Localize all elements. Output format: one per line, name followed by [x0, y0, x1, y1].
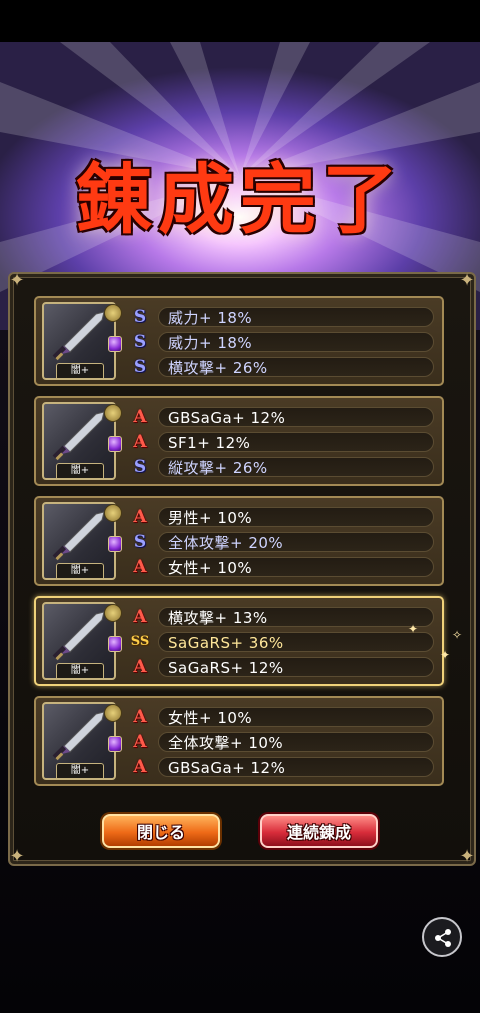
effect-text: 全体攻撃+ 20% [168, 534, 284, 552]
gem-icon [108, 636, 122, 652]
rank-ss-icon: SS [130, 634, 150, 649]
medal-icon [104, 604, 122, 622]
effect-row: S 横攻撃+ 26% [128, 356, 434, 378]
gem-icon [108, 536, 122, 552]
rank-a-icon: A [133, 732, 147, 752]
element-tag: 闇+ [56, 363, 104, 378]
sword-icon [52, 411, 105, 461]
sparkle-icon: ✧ [452, 628, 463, 642]
medal-icon [104, 704, 122, 722]
close-button[interactable]: 閉じる [102, 814, 220, 848]
effect-list: A 男性+ 10% S 全体攻撃+ 20% A 女性+ 10% [128, 506, 434, 581]
corner-ornament-icon: ✦ [9, 270, 25, 291]
effect-row: A 横攻撃+ 13% [128, 606, 434, 628]
refine-result-card: 闇+ S 威力+ 18% S 威力+ 18% S 横攻撃+ 26% [34, 296, 444, 386]
refine-complete-title: 錬成完了 [76, 155, 404, 244]
medal-icon [104, 304, 122, 322]
effect-list: A 横攻撃+ 13% SS SaGaRS+ 36% A SaGaRS+ 12% [128, 606, 434, 681]
corner-ornament-icon: ✦ [459, 846, 475, 867]
refine-result-card: 闇+ A GBSaGa+ 12% A SF1+ 12% S 縦攻撃+ 26% [34, 396, 444, 486]
effect-row: A SF1+ 12% [128, 431, 434, 453]
rank-a-icon: A [133, 707, 147, 727]
sword-icon [52, 711, 105, 761]
gem-icon [108, 336, 122, 352]
status-bar-area [0, 0, 480, 42]
effect-row: A GBSaGa+ 12% [128, 756, 434, 778]
rank-s-icon: S [133, 332, 147, 352]
sword-icon [52, 511, 105, 561]
effect-row: A GBSaGa+ 12% [128, 406, 434, 428]
rank-s-icon: S [133, 457, 147, 477]
effect-text: 横攻撃+ 13% [168, 609, 268, 627]
sword-icon [52, 611, 105, 661]
gem-icon [108, 736, 122, 752]
effect-text: 威力+ 18% [168, 334, 253, 352]
effect-row: A 全体攻撃+ 10% [128, 731, 434, 753]
rank-a-icon: A [133, 757, 147, 777]
rank-s-icon: S [133, 357, 147, 377]
effect-text: 全体攻撃+ 10% [168, 734, 284, 752]
effect-row: S 全体攻撃+ 20% [128, 531, 434, 553]
effect-text: SaGaRS+ 36% [168, 634, 284, 652]
element-tag: 闇+ [56, 663, 104, 678]
effect-row: SS SaGaRS+ 36% [128, 631, 434, 653]
effect-row: A 女性+ 10% [128, 706, 434, 728]
share-button[interactable] [422, 917, 462, 957]
effect-text: 縦攻撃+ 26% [168, 459, 268, 477]
corner-ornament-icon: ✦ [459, 270, 475, 291]
medal-icon [104, 404, 122, 422]
effect-row: S 威力+ 18% [128, 306, 434, 328]
effect-list: A GBSaGa+ 12% A SF1+ 12% S 縦攻撃+ 26% [128, 406, 434, 481]
sword-icon [52, 311, 105, 361]
rank-a-icon: A [133, 507, 147, 527]
refine-result-card: 闇+ A 女性+ 10% A 全体攻撃+ 10% A GBSaGa+ 12% [34, 696, 444, 786]
effect-text: 横攻撃+ 26% [168, 359, 268, 377]
gem-icon [108, 436, 122, 452]
rank-a-icon: A [133, 607, 147, 627]
effect-row: A SaGaRS+ 12% [128, 656, 434, 678]
game-screen: 錬成完了 ✦ ✦ ✦ ✦ 闇+ S 威力+ 18% S 威力+ 18% S 横攻撃+ 26%… [0, 0, 480, 1013]
rank-s-icon: S [133, 532, 147, 552]
effect-row: A 女性+ 10% [128, 556, 434, 578]
element-tag: 闇+ [56, 563, 104, 578]
continue-refine-button[interactable]: 連続錬成 [260, 814, 378, 848]
sparkle-icon: ✦ [408, 622, 419, 636]
effect-text: 女性+ 10% [168, 709, 253, 727]
refine-result-card: 闇+ A 男性+ 10% S 全体攻撃+ 20% A 女性+ 10% [34, 496, 444, 586]
rank-a-icon: A [133, 657, 147, 677]
effect-text: 威力+ 18% [168, 309, 253, 327]
effect-text: SF1+ 12% [168, 434, 251, 452]
effect-text: GBSaGa+ 12% [168, 759, 286, 777]
share-icon [435, 929, 451, 947]
medal-icon [104, 504, 122, 522]
corner-ornament-icon: ✦ [9, 846, 25, 867]
element-tag: 闇+ [56, 763, 104, 778]
effect-text: GBSaGa+ 12% [168, 409, 286, 427]
rank-a-icon: A [133, 557, 147, 577]
rank-a-icon: A [133, 432, 147, 452]
rank-a-icon: A [133, 407, 147, 427]
effect-row: A 男性+ 10% [128, 506, 434, 528]
effect-text: SaGaRS+ 12% [168, 659, 284, 677]
element-tag: 闇+ [56, 463, 104, 478]
effect-row: S 縦攻撃+ 26% [128, 456, 434, 478]
effect-list: A 女性+ 10% A 全体攻撃+ 10% A GBSaGa+ 12% [128, 706, 434, 781]
effect-list: S 威力+ 18% S 威力+ 18% S 横攻撃+ 26% [128, 306, 434, 381]
effect-text: 男性+ 10% [168, 509, 253, 527]
rank-s-icon: S [133, 307, 147, 327]
refine-result-card: 闇+ A 横攻撃+ 13% SS SaGaRS+ 36% A SaGaRS+ 12% [34, 596, 444, 686]
effect-text: 女性+ 10% [168, 559, 253, 577]
effect-row: S 威力+ 18% [128, 331, 434, 353]
sparkle-icon: ✦ [440, 648, 451, 662]
